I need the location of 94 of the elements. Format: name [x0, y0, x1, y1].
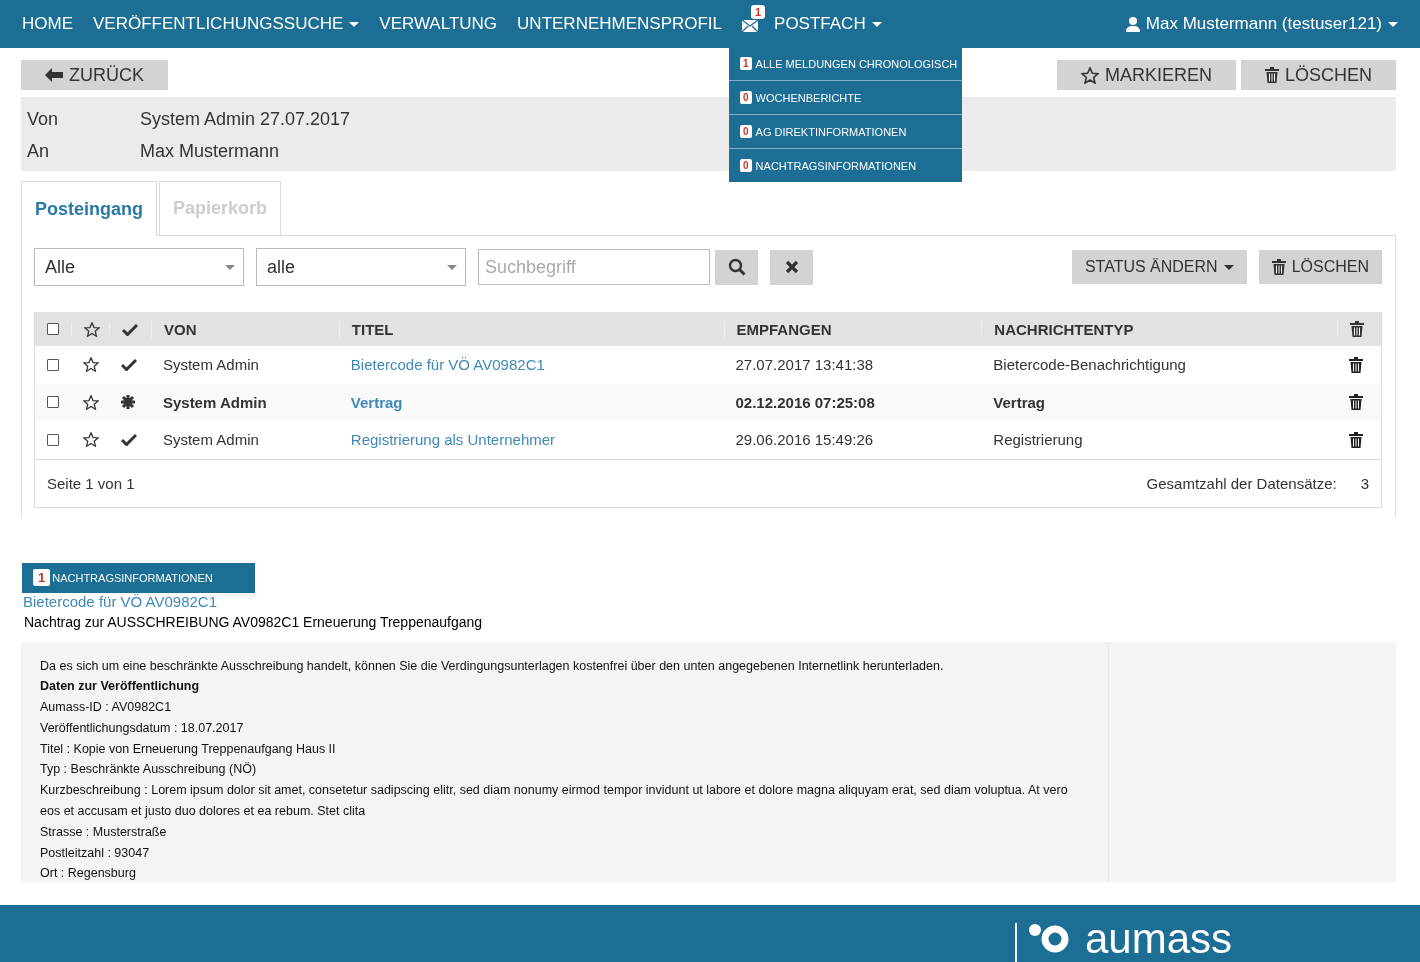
mark-button[interactable]: MARKIEREN: [1056, 60, 1236, 90]
search-icon: [727, 258, 746, 276]
body-text: Kurzbeschreibung : Lorem ipsum dolor sit amet, consetetur sadipscing elitr, sed diam nonumy eirmod tempor invidunt ut labore et dolore magna aliquyam erat, sed diam voluptua. At vero eos et accusam et justo duo dolores et ea rebum. Stet clita: [40, 782, 1069, 821]
delete-button[interactable]: LÖSCHEN: [1258, 250, 1382, 284]
delete-button[interactable]: LÖSCHEN: [1240, 60, 1396, 90]
table-cell-text: Registrierung: [992, 431, 1084, 449]
message-link[interactable]: Bietercode für VÖ AV0982C1: [23, 592, 1396, 610]
caret-icon: [225, 264, 235, 270]
nav-link[interactable]: VERWALTUNG: [379, 14, 498, 34]
star-icon: [1080, 66, 1099, 84]
table-cell-text: Vertrag: [992, 393, 1046, 411]
body-text: Postleitzahl : 93047: [40, 844, 151, 862]
star-icon[interactable]: [83, 357, 99, 373]
column-header: VON: [150, 320, 339, 338]
menu-item-label: WOCHENBERICHTE: [755, 91, 862, 104]
clear-button[interactable]: [770, 249, 813, 285]
count-badge: 0: [740, 91, 752, 104]
trash-icon: [1349, 356, 1363, 373]
total-label: Gesamtzahl der Datensätze:: [1146, 474, 1337, 492]
table-cell-text: 02.12.2016 07:25:08: [734, 393, 876, 411]
message-link[interactable]: Bietercode für VÖ AV0982C1: [350, 356, 545, 374]
trash-icon: [1271, 259, 1286, 275]
star-icon[interactable]: [83, 432, 99, 448]
count-badge: 0: [740, 159, 752, 172]
trash-icon: [1349, 431, 1363, 448]
message-subject: Nachtrag zur AUSSCHREIBUNG AV0982C1 Erneuerung Treppenaufgang: [24, 613, 484, 630]
message-link[interactable]: Vertrag: [350, 393, 403, 411]
field-value: Max Mustermann: [140, 140, 280, 162]
body-text: Da es sich um eine beschränkte Ausschreibung handelt, können Sie die Verdingungsunterlagen kostenfrei über den unten angegebenen Internetlink herunterladen.: [40, 657, 945, 675]
table-cell-text: 29.06.2016 15:49:26: [734, 431, 875, 449]
column-header: TITEL: [338, 320, 724, 338]
checkbox[interactable]: [47, 433, 59, 446]
back-button[interactable]: ZURÜCK: [21, 60, 168, 90]
arrow-left-icon: [45, 68, 63, 82]
trash-icon: [1350, 321, 1365, 337]
tab[interactable]: Posteingang: [21, 181, 157, 236]
nav-link[interactable]: UNTERNEHMENSPROFIL: [517, 14, 723, 34]
menu-item[interactable]: 0 WOCHENBERICHTE: [729, 81, 963, 115]
field-label: An: [27, 140, 51, 162]
select-field[interactable]: alle: [256, 248, 466, 286]
total-count: 3: [1360, 474, 1369, 492]
body-text: Aumass-ID : AV0982C1: [40, 699, 173, 717]
brand-name: aumass: [1085, 918, 1233, 960]
count-badge: 1: [33, 569, 51, 586]
category-label: NACHTRAGSINFORMATIONEN: [52, 571, 213, 584]
trash-icon: [1264, 67, 1279, 83]
section-heading: Daten zur Veröffentlichung: [40, 678, 201, 696]
delete-button[interactable]: [1349, 356, 1363, 373]
body-text: Veröffentlichungsdatum : 18.07.2017: [40, 719, 245, 737]
delete-button[interactable]: [1349, 431, 1363, 448]
table-cell-text: System Admin: [161, 431, 260, 449]
table-cell-text: System Admin: [161, 393, 268, 411]
field-value: System Admin 27.07.2017: [140, 108, 351, 130]
nav-link[interactable]: VERÖFFENTLICHUNGSSUCHE: [93, 14, 360, 34]
user-menu[interactable]: Max Mustermann (testuser121): [1125, 14, 1398, 34]
menu-item-label: NACHTRAGSINFORMATIONEN: [755, 159, 917, 172]
menu-item-label: AG DIREKTINFORMATIONEN: [755, 125, 907, 138]
search-field[interactable]: Suchbegriff: [478, 249, 710, 285]
caret-icon: [1223, 264, 1234, 270]
checkmark-icon: [121, 322, 138, 336]
notification-badge: 1: [751, 5, 766, 19]
star-icon[interactable]: [83, 394, 99, 410]
delete-button[interactable]: [1349, 394, 1363, 411]
menu-item-label: ALLE MELDUNGEN CHRONOLOGISCH: [755, 57, 958, 70]
close-icon: [784, 260, 799, 274]
count-badge: 0: [740, 125, 752, 138]
count-badge: 1: [740, 57, 752, 70]
caret-icon: [447, 264, 457, 270]
user-icon: [1125, 16, 1140, 32]
checkbox[interactable]: [47, 323, 59, 335]
page-info: Seite 1 von 1: [47, 474, 135, 492]
body-text: Typ : Beschränkte Ausschreibung (NÖ): [40, 761, 258, 779]
body-text: Ort : Regensburg: [40, 865, 137, 882]
checkbox[interactable]: [47, 396, 59, 409]
table-cell-text: Bietercode-Benachrichtigung: [992, 356, 1187, 374]
body-text: Titel : Kopie von Erneuerung Treppenaufgang Haus II: [40, 740, 337, 758]
message-link[interactable]: Registrierung als Unternehmer: [350, 431, 556, 449]
status-button[interactable]: STATUS ÄNDERN: [1071, 250, 1247, 284]
search-button[interactable]: [715, 249, 758, 285]
nav-link[interactable]: HOME: [22, 14, 73, 34]
star-icon: [84, 321, 100, 337]
checkbox[interactable]: [47, 358, 59, 371]
column-header: EMPFANGEN: [723, 320, 982, 338]
trash-icon: [1349, 394, 1363, 411]
menu-item[interactable]: 1 ALLE MELDUNGEN CHRONOLOGISCH: [729, 47, 963, 81]
field-label: Von: [27, 108, 60, 130]
table-cell-text: 27.07.2017 13:41:38: [734, 356, 875, 374]
envelope-icon[interactable]: [742, 20, 759, 32]
column-header: NACHRICHTENTYP: [981, 320, 1338, 338]
table-cell-text: System Admin: [161, 356, 260, 374]
select-field[interactable]: Alle: [34, 248, 244, 286]
body-text: Strasse : Musterstraße: [40, 823, 168, 841]
nav-link[interactable]: POSTFACH: [774, 14, 882, 34]
menu-item[interactable]: 0 NACHTRAGSINFORMATIONEN: [729, 149, 963, 182]
